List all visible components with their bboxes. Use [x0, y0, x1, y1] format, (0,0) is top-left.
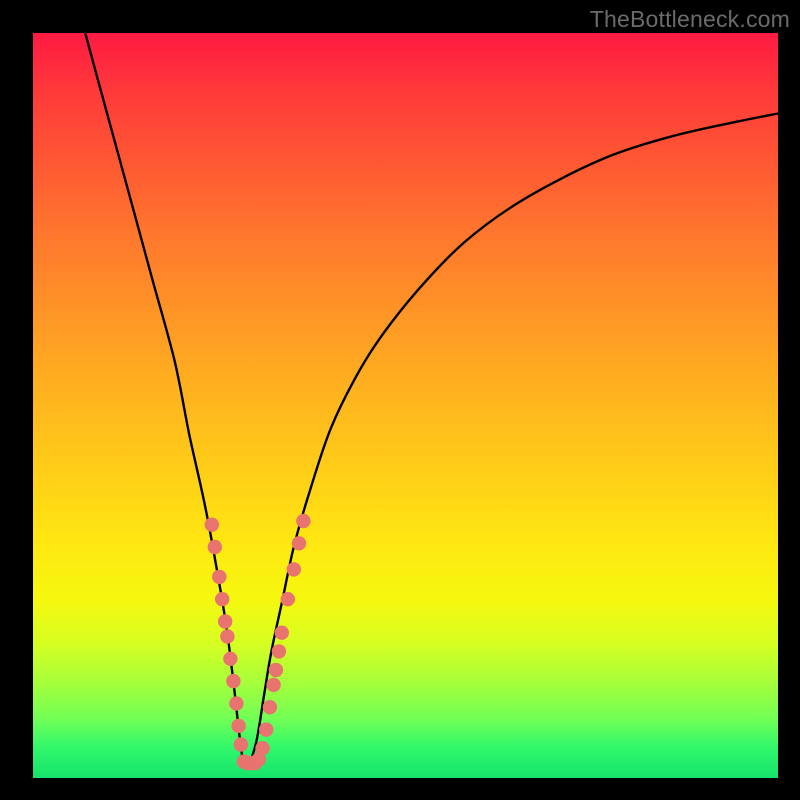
scatter-dot: [287, 562, 301, 576]
scatter-dot: [226, 674, 240, 688]
scatter-dot: [275, 626, 289, 640]
scatter-dot: [269, 663, 283, 677]
scatter-dot: [212, 570, 226, 584]
scatter-dot: [259, 722, 273, 736]
chart-frame: TheBottleneck.com: [0, 0, 800, 800]
scatter-dot: [229, 696, 243, 710]
scatter-dot: [281, 592, 295, 606]
scatter-dot: [266, 678, 280, 692]
scatter-dot: [220, 629, 234, 643]
chart-svg: [33, 33, 778, 778]
scatter-dot: [272, 644, 286, 658]
scatter-dot: [218, 614, 232, 628]
scatter-dot: [208, 540, 222, 554]
scatter-dot: [234, 737, 248, 751]
scatter-dot: [205, 518, 219, 532]
plot-area: [33, 33, 778, 778]
scatter-dot: [292, 536, 306, 550]
bottleneck-curve: [85, 33, 778, 766]
scatter-dot: [223, 652, 237, 666]
scatter-dot: [263, 700, 277, 714]
watermark-text: TheBottleneck.com: [590, 6, 790, 33]
scatter-dot: [231, 719, 245, 733]
scatter-dot: [215, 592, 229, 606]
scatter-dot: [296, 514, 310, 528]
scatter-dot: [255, 741, 269, 755]
